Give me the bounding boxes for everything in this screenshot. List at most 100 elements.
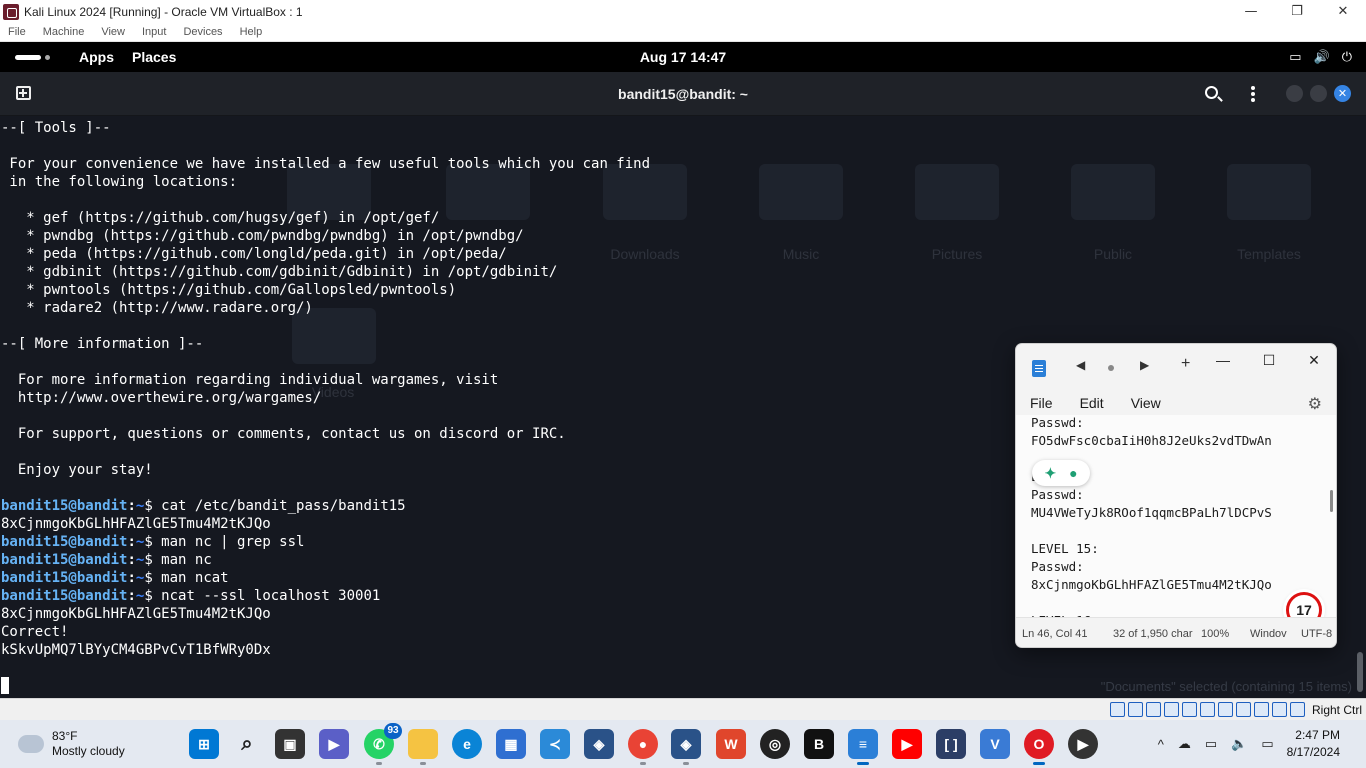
cpu-icon[interactable]	[1254, 702, 1269, 717]
weather-temp: 83°F	[52, 729, 78, 743]
search-taskbar-icon[interactable]: ⌕	[232, 729, 262, 759]
edge-icon[interactable]: e	[452, 729, 482, 759]
teams-icon[interactable]: ▶	[319, 729, 349, 759]
optical-icon[interactable]	[1128, 702, 1143, 717]
new-tab-icon[interactable]	[16, 86, 31, 100]
start-icon[interactable]: ⊞	[189, 729, 219, 759]
whatsapp-icon[interactable]: ✆ 93	[364, 723, 402, 765]
chevron-up-icon[interactable]: ^	[1158, 737, 1164, 752]
host-key-label[interactable]: Right Ctrl	[1312, 703, 1362, 717]
menu-help[interactable]: Help	[240, 26, 263, 38]
menu-file[interactable]: File	[8, 26, 26, 38]
ai-suggestion-chip[interactable]: ✦ ●	[1032, 460, 1090, 486]
task-view-icon[interactable]: ▣	[275, 729, 305, 759]
notepad-minimize-button[interactable]: —	[1200, 348, 1246, 372]
rewrite-sparkle-icon[interactable]: ✦	[1044, 465, 1056, 482]
file-explorer-icon[interactable]	[408, 729, 438, 765]
close-button[interactable]: ✕	[1320, 0, 1366, 23]
terminal-output-line: For support, questions or comments, cont…	[1, 426, 566, 442]
tab-back-button[interactable]: ◀	[1076, 358, 1085, 372]
network-tray-icon[interactable]: ☁	[1178, 736, 1191, 752]
notepad-scrollbar[interactable]	[1330, 490, 1333, 512]
apps-menu[interactable]: Apps	[79, 49, 114, 65]
notepad-statusbar: Ln 46, Col 41 32 of 1,950 chara 100% Win…	[1016, 617, 1336, 647]
hdd-icon[interactable]	[1110, 702, 1125, 717]
panel-clock[interactable]: Aug 17 14:47	[0, 49, 1366, 65]
opera-icon[interactable]: O	[1024, 729, 1054, 765]
tab-forward-button[interactable]: ▶	[1140, 358, 1149, 372]
app-bracket-icon[interactable]: [ ]	[936, 729, 966, 759]
command-text: ncat --ssl localhost 30001	[161, 588, 381, 604]
zoom-level: 100%	[1201, 628, 1230, 640]
notepad-maximize-button[interactable]: ☐	[1246, 348, 1292, 372]
terminal-output-line: * radare2 (http://www.radare.org/)	[1, 300, 313, 316]
notepad-taskbar-icon[interactable]: ≡	[848, 729, 878, 765]
recording-icon[interactable]	[1236, 702, 1251, 717]
prompt-end: $	[144, 534, 162, 550]
tab-dot-icon[interactable]	[1108, 365, 1114, 371]
notepad-line: FO5dwFsc0cbaIiH0h8J2eUks2vdTDwAn	[1031, 433, 1272, 448]
usb-icon[interactable]	[1182, 702, 1197, 717]
battery-tray-icon[interactable]: ▭	[1261, 736, 1273, 752]
screen-icon[interactable]: ▭	[1289, 49, 1301, 65]
notepad-text: Passwd: FO5dwFsc0cbaIiH0h8J2eUks2vdTDwAn L…	[1031, 415, 1272, 617]
menu-input[interactable]: Input	[142, 26, 166, 38]
search-icon[interactable]	[1205, 86, 1218, 99]
notepad-editor[interactable]: Passwd: FO5dwFsc0cbaIiH0h8J2eUks2vdTDwAn L…	[1016, 415, 1336, 617]
chrome-icon[interactable]: ●	[628, 729, 658, 765]
virtualbox-icon	[3, 3, 19, 20]
terminal-close-button[interactable]: ✕	[1334, 85, 1351, 102]
bulb-icon[interactable]: ●	[1069, 465, 1077, 481]
keyboard-icon[interactable]	[1290, 702, 1305, 717]
shared-folder-icon[interactable]	[1200, 702, 1215, 717]
obs-icon[interactable]: ◎	[760, 729, 790, 759]
notepad-close-button[interactable]: ✕	[1291, 348, 1336, 372]
terminal-command-line: bandit15@bandit:~$ man nc | grep ssl	[1, 533, 650, 551]
notification-badge[interactable]: 17	[1286, 592, 1322, 617]
notepad-menu-file[interactable]: File	[1030, 395, 1053, 411]
minimize-button[interactable]: —	[1228, 0, 1274, 23]
terminal-headerbar: bandit15@bandit: ~ ✕	[0, 72, 1366, 116]
command-text: cat /etc/bandit_pass/bandit15	[161, 498, 406, 514]
weather-widget[interactable]: 83°F Mostly cloudy	[18, 726, 125, 762]
notepad-menu-edit[interactable]: Edit	[1080, 395, 1104, 411]
notepad-menu-view[interactable]: View	[1131, 395, 1161, 411]
taskbar-clock[interactable]: 2:47 PM 8/17/2024	[1287, 727, 1340, 761]
virtualbox-manager-icon[interactable]: ◈	[671, 729, 701, 765]
youtube-icon[interactable]: ▶	[892, 729, 922, 759]
display-icon[interactable]	[1218, 702, 1233, 717]
terminal-command-line: bandit15@bandit:~$ cat /etc/bandit_pass/…	[1, 497, 650, 515]
wps-icon[interactable]: W	[716, 729, 746, 759]
vscode-icon[interactable]: ≺	[540, 729, 570, 759]
places-menu[interactable]: Places	[132, 49, 176, 65]
menu-machine[interactable]: Machine	[43, 26, 85, 38]
terminal-output-line: * peda (https://github.com/longld/peda.g…	[1, 246, 507, 262]
app-b-icon[interactable]: B	[804, 729, 834, 759]
media-player-icon[interactable]: ▶	[1068, 729, 1098, 759]
menu-view[interactable]: View	[101, 26, 125, 38]
new-tab-button[interactable]: +	[1181, 355, 1190, 373]
terminal-output-line: * pwndbg (https://github.com/pwndbg/pwnd…	[1, 228, 524, 244]
power-icon[interactable]: ⏻	[1342, 49, 1352, 65]
terminal-output-line: --[ More information ]--	[1, 336, 204, 352]
display-tray-icon[interactable]: ▭	[1205, 736, 1217, 752]
network-icon[interactable]	[1164, 702, 1179, 717]
mouse-integration-icon[interactable]	[1272, 702, 1287, 717]
settings-gear-icon[interactable]: ⚙	[1308, 394, 1322, 414]
menu-devices[interactable]: Devices	[183, 26, 222, 38]
terminal-scrollbar[interactable]	[1357, 652, 1363, 692]
terminal-output-line: 8xCjnmgoKbGLhHFAZlGE5Tmu4M2tKJQo	[1, 606, 271, 622]
terminal-minimize-button[interactable]	[1286, 85, 1303, 102]
virtualbox-taskbar-icon[interactable]: ◈	[584, 729, 614, 759]
terminal-maximize-button[interactable]	[1310, 85, 1327, 102]
volume-icon[interactable]: 🔊	[1314, 49, 1330, 65]
terminal-cursor[interactable]	[1, 677, 9, 694]
app-v-icon[interactable]: V	[980, 729, 1010, 759]
volume-tray-icon[interactable]: 🔈	[1231, 736, 1247, 752]
restore-button[interactable]: ❐	[1274, 0, 1320, 23]
store-icon[interactable]: ▦	[496, 729, 526, 759]
audio-icon[interactable]	[1146, 702, 1161, 717]
activities-indicator[interactable]	[15, 54, 50, 60]
menu-kebab-icon[interactable]	[1251, 86, 1255, 102]
